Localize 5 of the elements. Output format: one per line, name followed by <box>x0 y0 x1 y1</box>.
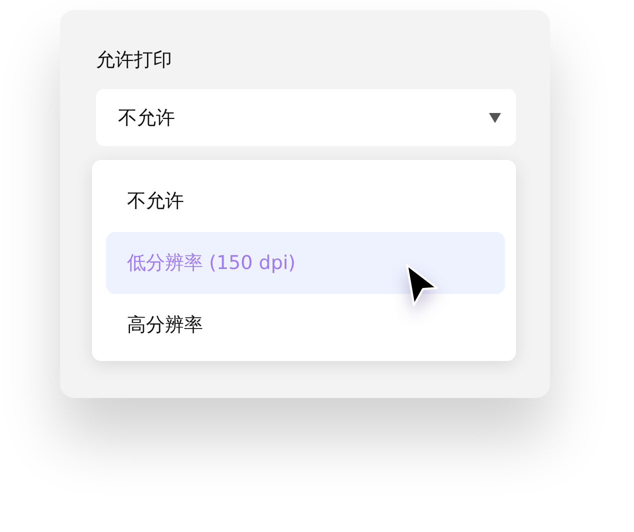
caret-icon <box>489 112 501 122</box>
menu-option[interactable]: 不允许 <box>106 170 505 232</box>
field-label: 允许打印 <box>96 49 173 71</box>
dropdown-select[interactable]: 不允许 <box>96 89 516 146</box>
menu-option[interactable]: 高分辨率 <box>106 294 505 356</box>
